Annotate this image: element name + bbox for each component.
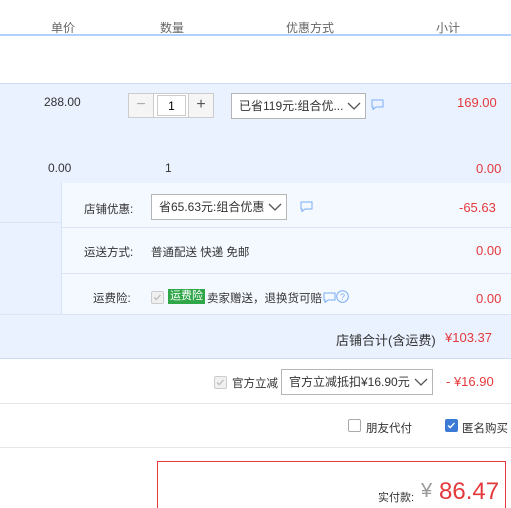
addon-price: 0.00: [48, 161, 72, 175]
insurance-description: 卖家赠送，退换货可赔: [207, 293, 322, 305]
divider: [0, 447, 511, 448]
insurance-label: 运费险:: [93, 293, 131, 305]
shop-discount-label: 店铺优惠:: [84, 204, 134, 216]
insurance-checkbox: [151, 291, 164, 304]
divider: [61, 227, 511, 228]
svg-text:?: ?: [340, 292, 345, 302]
shop-total-label: 店铺合计(含运费): [336, 333, 436, 348]
shop-total-amount: ¥103.37: [445, 330, 492, 345]
message-icon[interactable]: [323, 292, 336, 303]
insurance-amount: 0.00: [476, 291, 502, 306]
insurance-badge: 运费险: [168, 289, 205, 304]
divider: [61, 273, 511, 274]
shop-discount-select[interactable]: 省65.63元:组合优惠: [151, 194, 287, 220]
increase-quantity-button[interactable]: +: [188, 94, 213, 117]
check-icon: [153, 294, 161, 301]
item-subtotal: 169.00: [457, 95, 497, 110]
payment-label: 实付款:: [378, 492, 415, 504]
shipping-method: 普通配送 快递 免邮: [151, 247, 250, 259]
item-price: 288.00: [44, 95, 81, 109]
message-icon[interactable]: [371, 99, 384, 110]
shop-discount-amount: -65.63: [459, 200, 496, 215]
chevron-down-icon: [268, 203, 282, 211]
official-discount-checkbox: [214, 376, 227, 389]
chevron-down-icon: [414, 378, 428, 386]
anonymous-purchase-checkbox[interactable]: [445, 419, 458, 432]
check-icon: [216, 379, 224, 386]
official-discount-label: 官方立减: [232, 378, 278, 390]
divider: [0, 222, 61, 223]
check-icon: [447, 422, 455, 429]
help-icon[interactable]: ?: [336, 290, 349, 303]
friend-pay-checkbox[interactable]: [348, 419, 361, 432]
header-quantity: 数量: [160, 21, 185, 35]
anonymous-purchase-label: 匿名购买: [462, 423, 508, 435]
quantity-input[interactable]: [157, 95, 186, 116]
table-header: 单价 数量 优惠方式 小计: [0, 0, 511, 36]
payment-currency: ¥: [421, 480, 433, 502]
addon-subtotal: 0.00: [476, 161, 502, 176]
addon-quantity: 1: [165, 161, 172, 175]
decrease-quantity-button[interactable]: −: [129, 94, 154, 117]
chevron-down-icon: [347, 102, 361, 110]
friend-pay-label: 朋友代付: [366, 423, 412, 435]
shipping-label: 运送方式:: [84, 247, 134, 259]
message-icon[interactable]: [300, 201, 313, 212]
header-subtotal: 小计: [436, 21, 461, 35]
item-discount-select-value: 已省119元:组合优...: [239, 99, 344, 113]
official-discount-amount: - ¥16.90: [446, 374, 494, 389]
quantity-stepper: − +: [128, 93, 214, 118]
official-discount-select-value: 官方立减抵扣¥16.90元: [289, 375, 410, 389]
shop-discount-select-value: 省65.63元:组合优惠: [159, 200, 265, 214]
item-discount-select[interactable]: 已省119元:组合优...: [231, 93, 366, 119]
header-discount-method: 优惠方式: [286, 21, 335, 35]
official-discount-select[interactable]: 官方立减抵扣¥16.90元: [281, 369, 433, 395]
shipping-amount: 0.00: [476, 243, 502, 258]
divider: [0, 403, 511, 404]
header-unit-price: 单价: [51, 21, 76, 35]
payment-amount: 86.47: [439, 478, 500, 505]
